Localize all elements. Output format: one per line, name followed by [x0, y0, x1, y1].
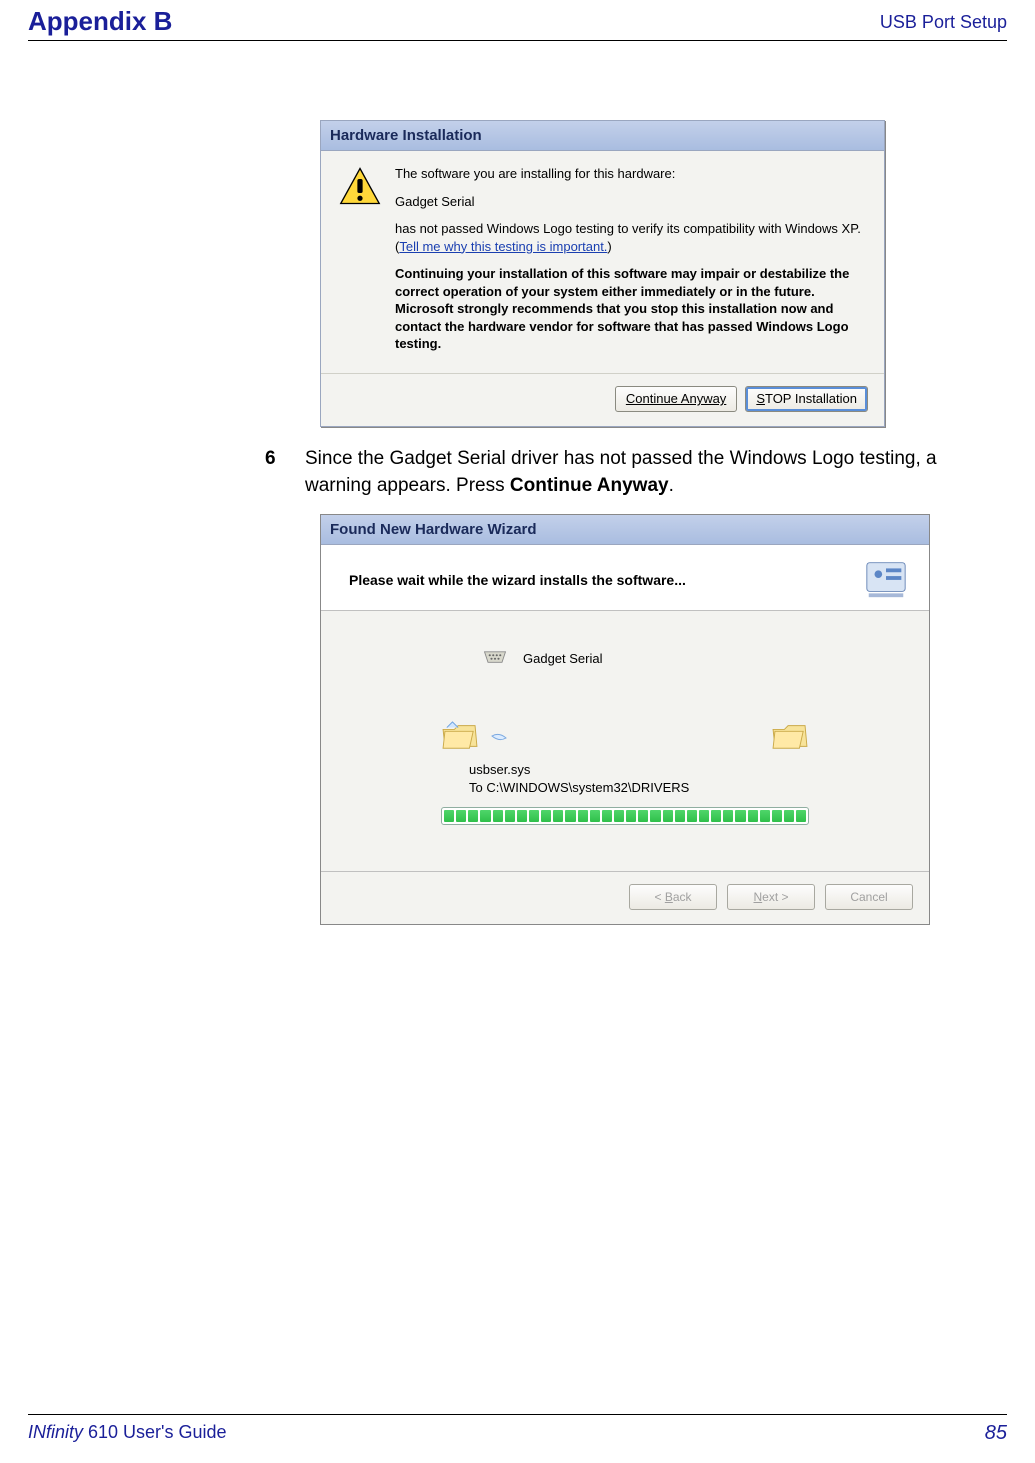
appendix-label: Appendix B: [28, 6, 172, 37]
device-line: Gadget Serial: [481, 643, 889, 674]
destination-folder-icon: [771, 720, 809, 755]
step-text-b: .: [669, 475, 674, 496]
warning-icon-col: [339, 165, 395, 363]
back-pre: <: [654, 890, 664, 904]
found-new-hardware-wizard: Found New Hardware Wizard Please wait wh…: [320, 514, 930, 925]
back-ul: B: [665, 890, 673, 904]
copy-destination: To C:\WINDOWS\system32\DRIVERS: [469, 779, 889, 797]
copy-labels: usbser.sys To C:\WINDOWS\system32\DRIVER…: [469, 761, 889, 797]
source-group: [441, 720, 509, 755]
compat-para: has not passed Windows Logo testing to v…: [395, 220, 866, 255]
wizard-content: Gadget Serial usbser.sys To C:\WINDOW: [321, 611, 929, 871]
step-number: 6: [265, 445, 305, 500]
bold-warning: Continuing your installation of this sof…: [395, 265, 866, 353]
footer-title: INfinity 610 User's Guide: [28, 1422, 227, 1445]
device-name: Gadget Serial: [395, 193, 866, 211]
logo-testing-link[interactable]: Tell me why this testing is important.: [399, 239, 607, 254]
page-number: 85: [985, 1422, 1007, 1445]
cancel-button: Cancel: [825, 884, 913, 910]
flying-paper-icon: [489, 732, 509, 755]
header-rule: [28, 40, 1007, 41]
continue-anyway-label: Continue Anyway: [626, 391, 726, 406]
step-text-bold: Continue Anyway: [510, 475, 669, 496]
next-rest: ext >: [762, 890, 788, 904]
warning-icon: [339, 195, 381, 210]
stop-ul: S: [756, 391, 765, 406]
compat-text-b: ): [607, 239, 611, 254]
stop-installation-button[interactable]: STOP Installation: [745, 386, 868, 412]
dialog-text: The software you are installing for this…: [395, 165, 866, 363]
dialog-button-row: Continue Anyway STOP Installation: [321, 373, 884, 426]
step-body: Since the Gadget Serial driver has not p…: [305, 445, 975, 500]
wizard-header: Please wait while the wizard installs th…: [321, 545, 929, 611]
continue-anyway-button[interactable]: Continue Anyway: [615, 386, 737, 412]
source-folder-icon: [441, 720, 479, 755]
footer-rule: [28, 1414, 1007, 1415]
back-button: < Back: [629, 884, 717, 910]
serial-port-icon: [481, 643, 509, 674]
footer-italic: INfinity: [28, 1422, 83, 1442]
intro-line: The software you are installing for this…: [395, 165, 866, 183]
copy-animation-row: [441, 720, 809, 755]
wizard-device-name: Gadget Serial: [523, 651, 603, 666]
hardware-icon: [863, 555, 909, 604]
copy-file-name: usbser.sys: [469, 761, 889, 779]
wizard-heading: Please wait while the wizard installs th…: [349, 572, 686, 588]
next-ul: N: [753, 890, 762, 904]
wizard-titlebar: Found New Hardware Wizard: [321, 515, 929, 545]
footer-rest: 610 User's Guide: [83, 1422, 227, 1442]
page-content: Hardware Installation The software you a…: [265, 120, 975, 925]
section-label: USB Port Setup: [880, 12, 1007, 37]
stop-rest: TOP Installation: [765, 391, 857, 406]
page-header: Appendix B USB Port Setup: [28, 6, 1007, 37]
wizard-button-row: < Back Next > Cancel: [321, 871, 929, 924]
page-footer: INfinity 610 User's Guide 85: [28, 1422, 1007, 1445]
back-rest: ack: [673, 890, 692, 904]
progress-bar: [441, 807, 809, 825]
next-button: Next >: [727, 884, 815, 910]
dialog-body: The software you are installing for this…: [321, 151, 884, 373]
dialog-titlebar: Hardware Installation: [321, 121, 884, 151]
hardware-installation-dialog: Hardware Installation The software you a…: [320, 120, 885, 427]
step-6: 6 Since the Gadget Serial driver has not…: [265, 445, 975, 500]
